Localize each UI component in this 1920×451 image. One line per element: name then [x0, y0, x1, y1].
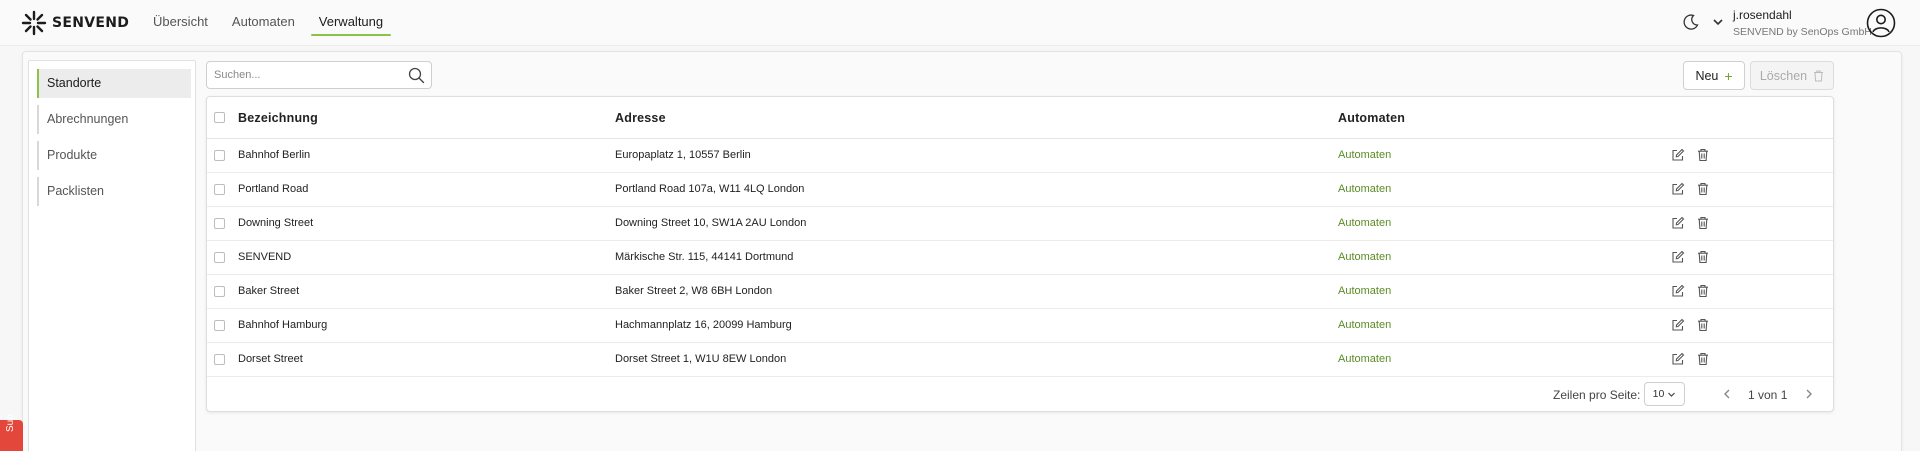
trash-icon[interactable] — [1696, 284, 1710, 298]
table-row[interactable]: Portland Road Portland Road 107a, W11 4LQ… — [207, 173, 1833, 207]
row-checkbox[interactable] — [214, 150, 225, 161]
rows-per-page-value: 10 — [1652, 388, 1665, 400]
trash-icon[interactable] — [1696, 148, 1710, 162]
cell-automaten-link[interactable]: Automaten — [1338, 251, 1391, 263]
row-checkbox[interactable] — [214, 218, 225, 229]
edit-icon[interactable] — [1671, 284, 1685, 298]
sidebar: Standorte Abrechnungen Produkte Packlist… — [28, 60, 196, 451]
cell-bezeichnung: Bahnhof Berlin — [238, 149, 311, 161]
chevron-left-icon[interactable] — [1720, 387, 1734, 401]
edit-icon[interactable] — [1671, 318, 1685, 332]
logo-icon — [21, 10, 47, 36]
table-row[interactable]: SENVEND Märkische Str. 115, 44141 Dortmun… — [207, 241, 1833, 275]
trash-icon[interactable] — [1696, 352, 1710, 366]
search-box — [206, 61, 432, 89]
cell-adresse: Dorset Street 1, W1U 8EW London — [615, 353, 787, 365]
delete-button[interactable]: Löschen — [1750, 61, 1834, 90]
sidebar-item-produkte[interactable]: Produkte — [37, 141, 191, 170]
edit-icon[interactable] — [1671, 182, 1685, 196]
cell-bezeichnung: SENVEND — [238, 251, 292, 263]
edit-icon[interactable] — [1671, 148, 1685, 162]
table-row[interactable]: Bahnhof Berlin Europaplatz 1, 10557 Berli… — [207, 139, 1833, 173]
rows-per-page-select[interactable]: 10 — [1644, 382, 1685, 406]
table-row[interactable]: Downing Street Downing Street 10, SW1A 2A… — [207, 207, 1833, 241]
trash-icon — [1814, 70, 1824, 81]
delete-button-label: Löschen — [1759, 68, 1808, 83]
nav-item-verwaltung[interactable]: Verwaltung — [310, 0, 392, 46]
cell-bezeichnung: Baker Street — [238, 285, 300, 297]
cell-adresse: Hachmannplatz 16, 20099 Hamburg — [615, 319, 792, 331]
column-header-automaten[interactable]: Automaten — [1338, 111, 1405, 125]
chevron-down-icon — [1668, 392, 1676, 397]
moon-icon[interactable] — [1682, 13, 1700, 31]
row-checkbox[interactable] — [214, 286, 225, 297]
cell-adresse: Baker Street 2, W8 6BH London — [615, 285, 773, 297]
support-tab[interactable]: Sup — [0, 414, 23, 451]
table-row[interactable]: Baker Street Baker Street 2, W8 6BH Londo… — [207, 275, 1833, 309]
sidebar-item-standorte[interactable]: Standorte — [37, 69, 191, 98]
cell-bezeichnung: Bahnhof Hamburg — [238, 319, 328, 331]
cell-automaten-link[interactable]: Automaten — [1338, 353, 1391, 365]
table-header: Bezeichnung Adresse Automaten — [207, 97, 1833, 139]
nav-item-automaten[interactable]: Automaten — [232, 0, 295, 46]
support-tab-label: Sup — [5, 414, 16, 432]
main-nav: Übersicht Automaten Verwaltung — [153, 0, 407, 46]
logo[interactable]: SENVEND — [20, 9, 129, 37]
edit-icon[interactable] — [1671, 352, 1685, 366]
search-input[interactable] — [207, 62, 397, 88]
rows-per-page-label: Zeilen pro Seite: — [1553, 388, 1641, 402]
select-all-checkbox[interactable] — [214, 112, 225, 123]
trash-icon[interactable] — [1696, 250, 1710, 264]
cell-adresse: Märkische Str. 115, 44141 Dortmund — [615, 251, 794, 263]
cell-bezeichnung: Dorset Street — [238, 353, 303, 365]
new-button[interactable]: Neu + — [1683, 61, 1745, 90]
sidebar-item-packlisten[interactable]: Packlisten — [37, 177, 191, 206]
chevron-right-icon[interactable] — [1802, 387, 1816, 401]
cell-automaten-link[interactable]: Automaten — [1338, 149, 1391, 161]
trash-icon[interactable] — [1696, 216, 1710, 230]
table-row[interactable]: Dorset Street Dorset Street 1, W1U 8EW Lo… — [207, 343, 1833, 377]
page-info: 1 von 1 — [1748, 388, 1788, 402]
top-bar: SENVEND Übersicht Automaten Verwaltung j… — [0, 0, 1920, 46]
search-icon[interactable] — [408, 67, 425, 84]
trash-icon[interactable] — [1696, 182, 1710, 196]
cell-adresse: Europaplatz 1, 10557 Berlin — [615, 149, 751, 161]
cell-bezeichnung: Downing Street — [238, 217, 314, 229]
row-checkbox[interactable] — [214, 354, 225, 365]
cell-automaten-link[interactable]: Automaten — [1338, 183, 1391, 195]
column-header-bezeichnung[interactable]: Bezeichnung — [238, 111, 318, 125]
row-checkbox[interactable] — [214, 252, 225, 263]
cell-automaten-link[interactable]: Automaten — [1338, 285, 1391, 297]
plus-icon: + — [1724, 67, 1733, 84]
brand-name: SENVEND — [52, 15, 130, 31]
nav-item-uebersicht[interactable]: Übersicht — [153, 0, 208, 46]
user-company: SENVEND by SenOps GmbH — [1733, 26, 1872, 38]
cell-automaten-link[interactable]: Automaten — [1338, 319, 1391, 331]
cell-bezeichnung: Portland Road — [238, 183, 309, 195]
chevron-down-icon[interactable] — [1712, 16, 1724, 28]
edit-icon[interactable] — [1671, 250, 1685, 264]
trash-icon[interactable] — [1696, 318, 1710, 332]
user-avatar-icon[interactable] — [1866, 8, 1896, 38]
new-button-label: Neu — [1695, 68, 1719, 83]
edit-icon[interactable] — [1671, 216, 1685, 230]
row-checkbox[interactable] — [214, 184, 225, 195]
cell-automaten-link[interactable]: Automaten — [1338, 217, 1391, 229]
row-checkbox[interactable] — [214, 320, 225, 331]
cell-adresse: Portland Road 107a, W11 4LQ London — [615, 183, 805, 195]
column-header-adresse[interactable]: Adresse — [615, 111, 666, 125]
sidebar-item-abrechnungen[interactable]: Abrechnungen — [37, 105, 191, 134]
cell-adresse: Downing Street 10, SW1A 2AU London — [615, 217, 807, 229]
locations-table: Bezeichnung Adresse Automaten Bahnhof Be… — [206, 96, 1834, 412]
user-name[interactable]: j.rosendahl — [1733, 8, 1792, 22]
table-row[interactable]: Bahnhof Hamburg Hachmannplatz 16, 20099 H… — [207, 309, 1833, 343]
